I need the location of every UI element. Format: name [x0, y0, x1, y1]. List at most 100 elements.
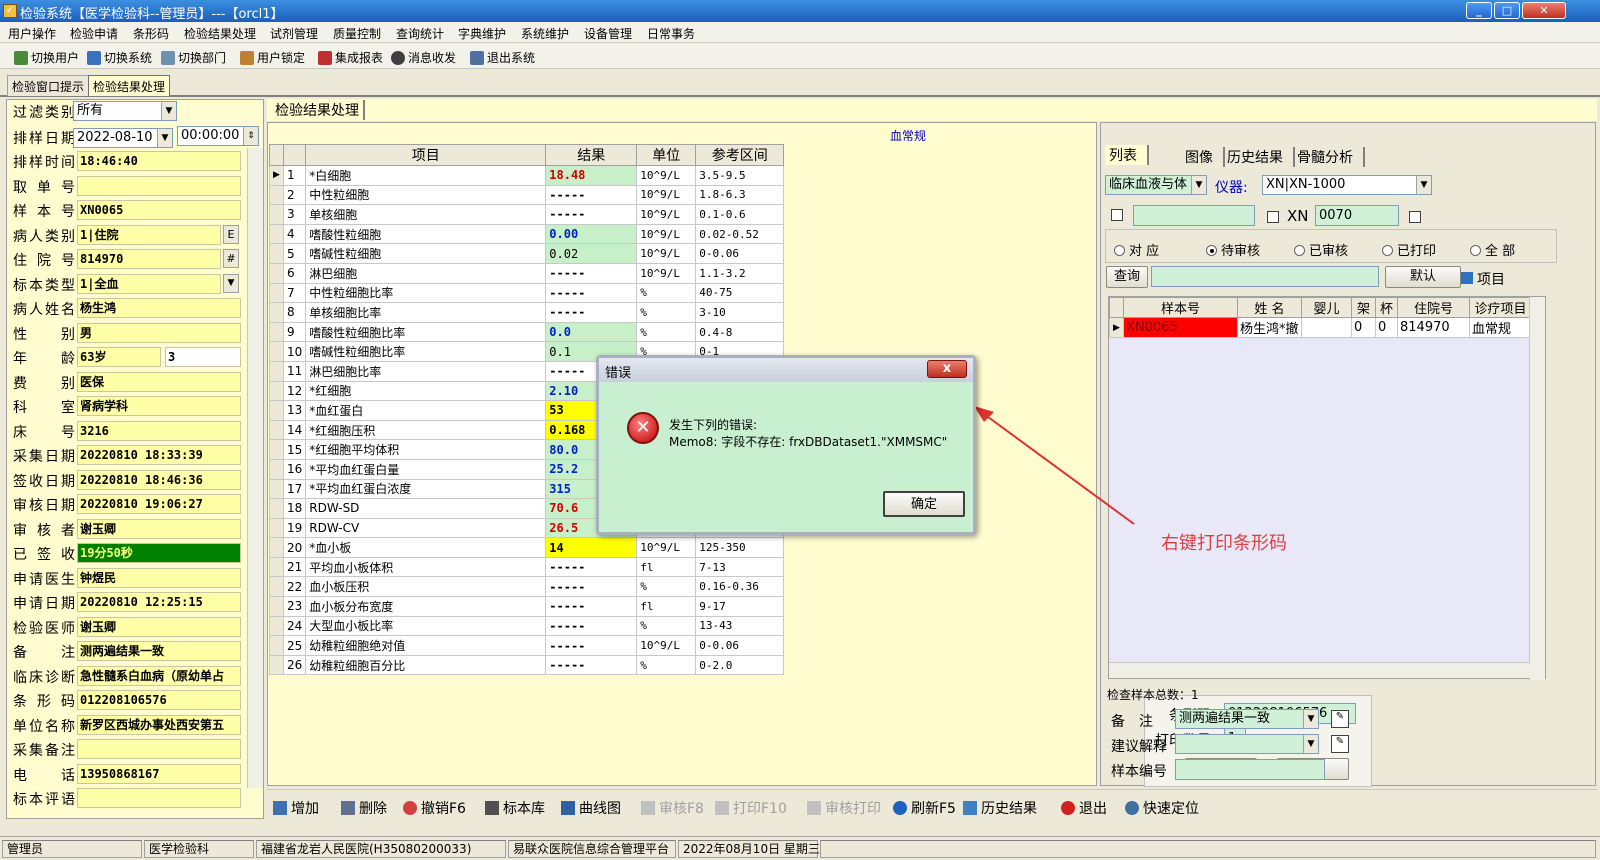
- patient-name-field[interactable]: 杨生鸿: [77, 298, 241, 318]
- tab-list[interactable]: 列表: [1105, 145, 1149, 165]
- dialog-ok-button[interactable]: 确定: [883, 491, 965, 517]
- audit-date-field[interactable]: 20220810 19:06:27: [77, 494, 241, 514]
- request-doctor-field[interactable]: 钟煜民: [77, 567, 241, 588]
- result-value[interactable]: -----: [545, 654, 638, 676]
- menu-reagent[interactable]: 试剂管理: [270, 25, 318, 42]
- gender-field[interactable]: 男: [77, 322, 241, 343]
- table-row[interactable]: 4 嗜酸性粒细胞 0.00 10^9/L 0.02-0.52: [269, 223, 785, 245]
- radio-printed[interactable]: 已打印: [1382, 240, 1436, 259]
- audit-button[interactable]: 审核F8: [641, 798, 704, 818]
- table-row[interactable]: ▶ 1 *白细胞 18.48 10^9/L 3.5-9.5: [269, 165, 785, 186]
- history-button[interactable]: 历史结果: [963, 798, 1037, 818]
- result-value[interactable]: 14: [545, 537, 638, 558]
- age-extra-field[interactable]: 3: [165, 347, 241, 367]
- advice-edit-icon[interactable]: ✎: [1331, 735, 1349, 753]
- lock-user-button[interactable]: 用户锁定: [240, 49, 305, 66]
- time-picker[interactable]: 00:00:00 ⇕: [177, 126, 259, 146]
- filter-input[interactable]: [1133, 205, 1255, 226]
- filter-select[interactable]: 所有 ▼: [73, 101, 177, 121]
- sort-time-field[interactable]: 18:46:40: [77, 151, 241, 171]
- close-button[interactable]: ✕: [1522, 2, 1566, 19]
- inpatient-no-field[interactable]: 814970: [77, 249, 221, 269]
- table-row[interactable]: 9 嗜酸性粒细胞比率 0.0% 0.4-8: [269, 321, 785, 343]
- query-button[interactable]: 查询: [1106, 266, 1148, 288]
- report-button[interactable]: 集成报表: [318, 49, 383, 66]
- tab-result-process[interactable]: 检验结果处理: [88, 75, 171, 96]
- tab-window-hint[interactable]: 检验窗口提示: [7, 75, 90, 96]
- table-row[interactable]: 7 中性粒细胞比率 -----% 40-75: [269, 282, 785, 304]
- barcode-field[interactable]: 012208106576: [77, 690, 241, 710]
- menu-user[interactable]: 用户操作: [8, 25, 56, 42]
- date-picker[interactable]: 2022-08-10 ▼: [73, 128, 173, 148]
- remark-field[interactable]: 测两遍结果一致: [77, 641, 241, 661]
- left-scrollbar[interactable]: [247, 148, 263, 788]
- items-button[interactable]: 项目: [1461, 269, 1505, 289]
- result-value[interactable]: -----: [545, 282, 638, 304]
- radio-all[interactable]: 全 部: [1470, 240, 1515, 259]
- result-value[interactable]: -----: [545, 262, 638, 284]
- patient-type-field[interactable]: 1|住院: [77, 224, 221, 245]
- query-input[interactable]: [1151, 266, 1379, 287]
- table-row[interactable]: 26 幼稚粒细胞百分比 -----% 0-2.0: [269, 654, 785, 676]
- order-no-field[interactable]: [77, 175, 241, 196]
- bed-no-field[interactable]: 3216: [77, 420, 241, 441]
- unit-name-field[interactable]: 新罗区西城办事处西安第五: [77, 714, 241, 735]
- fee-type-field[interactable]: 医保: [77, 371, 241, 392]
- specimen-type-field[interactable]: 1|全血: [77, 273, 221, 294]
- message-button[interactable]: 消息收发: [391, 49, 456, 66]
- department-field[interactable]: 肾病学科: [77, 396, 241, 416]
- age-field[interactable]: 63岁: [77, 347, 161, 367]
- specimen-lib-button[interactable]: 标本库: [485, 798, 545, 818]
- radio-audited[interactable]: 已审核: [1294, 240, 1348, 259]
- result-value[interactable]: -----: [545, 615, 638, 637]
- table-row[interactable]: ▶ XN0065 杨生鸿*撤 0 0 814970 血常规: [1109, 317, 1532, 338]
- result-value[interactable]: 0.02: [545, 243, 638, 264]
- quick-locate-button[interactable]: 快速定位: [1125, 798, 1199, 818]
- tab-image[interactable]: 图像: [1181, 147, 1225, 167]
- phone-field[interactable]: 13950868167: [77, 763, 241, 784]
- menu-request[interactable]: 检验申请: [70, 25, 118, 42]
- menu-dict[interactable]: 字典维护: [458, 25, 506, 42]
- patient-type-button[interactable]: E: [223, 224, 239, 244]
- menu-result[interactable]: 检验结果处理: [184, 25, 256, 42]
- collect-date-field[interactable]: 20220810 18:33:39: [77, 445, 241, 465]
- switch-dept-button[interactable]: 切换部门: [161, 49, 226, 66]
- dept-select[interactable]: 临床血液与体 ▼: [1105, 175, 1207, 195]
- refresh-button[interactable]: 刷新F5: [893, 798, 956, 818]
- table-row[interactable]: 23 血小板分布宽度 ----- fl 9-17: [269, 596, 785, 617]
- audit-print-button[interactable]: 审核打印: [807, 798, 881, 818]
- minimize-button[interactable]: _: [1466, 2, 1492, 19]
- table-row[interactable]: 6 淋巴细胞 ----- 10^9/L 1.1-3.2: [269, 262, 785, 284]
- grid-vscrollbar[interactable]: [1529, 297, 1545, 680]
- switch-user-button[interactable]: 切换用户: [14, 49, 79, 66]
- result-value[interactable]: 18.48: [545, 165, 638, 186]
- table-row[interactable]: 3 单核细胞 ----- 10^9/L 0.1-0.6: [269, 204, 785, 225]
- filter-checkbox-3[interactable]: [1409, 211, 1421, 223]
- add-button[interactable]: 增加: [273, 798, 319, 818]
- delete-button[interactable]: 删除: [341, 798, 387, 818]
- exit-button[interactable]: 退出: [1061, 798, 1107, 818]
- table-row[interactable]: 21 平均血小板体积 ----- fl 7-13: [269, 556, 785, 578]
- table-row[interactable]: 20 *血小板 14 10^9/L 125-350: [269, 537, 785, 558]
- inpatient-lookup-button[interactable]: #: [223, 249, 239, 268]
- result-value[interactable]: -----: [545, 556, 638, 578]
- result-value[interactable]: 0.00: [545, 223, 638, 245]
- print-button[interactable]: 打印F10: [715, 798, 787, 818]
- sample-no-field[interactable]: XN0065: [77, 200, 241, 220]
- menu-barcode[interactable]: 条形码: [133, 25, 169, 42]
- tab-history[interactable]: 历史结果: [1223, 147, 1295, 167]
- lab-doctor-field[interactable]: 谢玉卿: [77, 616, 241, 637]
- specimen-comment-field[interactable]: [77, 788, 241, 808]
- result-value[interactable]: -----: [545, 596, 638, 617]
- result-value[interactable]: -----: [545, 184, 638, 206]
- result-value[interactable]: 0.0: [545, 321, 638, 343]
- maximize-button[interactable]: □: [1494, 2, 1520, 19]
- menu-device[interactable]: 设备管理: [584, 25, 632, 42]
- remark-edit-icon[interactable]: ✎: [1331, 710, 1349, 728]
- default-button[interactable]: 默认: [1385, 266, 1461, 288]
- table-row[interactable]: 22 血小板压积 -----% 0.16-0.36: [269, 576, 785, 598]
- advice-select[interactable]: ▼: [1175, 734, 1319, 754]
- radio-pending[interactable]: 待审核: [1206, 240, 1260, 259]
- switch-system-button[interactable]: 切换系统: [87, 49, 152, 66]
- dialog-close-button[interactable]: x: [927, 360, 967, 378]
